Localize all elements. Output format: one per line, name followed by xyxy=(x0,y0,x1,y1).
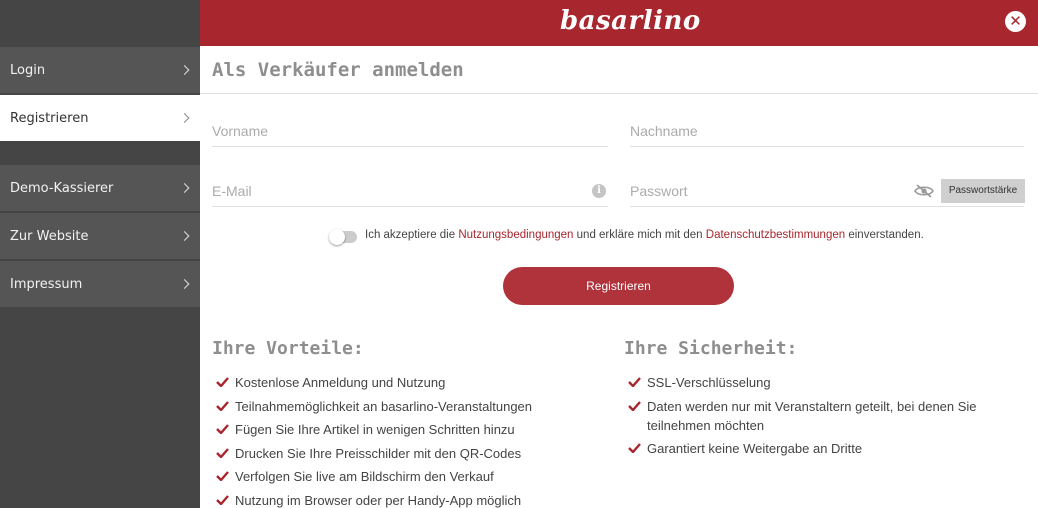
close-icon[interactable]: ✕ xyxy=(1005,11,1026,32)
chevron-right-icon xyxy=(179,183,190,193)
password-field-wrap: Passwortstärke xyxy=(630,177,1025,207)
chevron-right-icon xyxy=(179,231,190,241)
chevron-right-icon xyxy=(179,113,190,123)
check-icon xyxy=(216,494,229,505)
consent-suffix: einverstanden. xyxy=(848,229,924,241)
list-item: Verfolgen Sie live am Bildschirm den Ver… xyxy=(216,467,606,486)
list-item: Teilnahmemöglichkeit an basarlino-Verans… xyxy=(216,397,606,416)
list-item: Daten werden nur mit Veranstaltern getei… xyxy=(628,397,988,435)
datenschutz-link[interactable]: Datenschutzbestimmungen xyxy=(706,229,845,241)
check-icon xyxy=(628,377,641,387)
list-item-text: Verfolgen Sie live am Bildschirm den Ver… xyxy=(235,469,494,484)
divider xyxy=(200,93,1038,94)
security-list: SSL-Verschlüsselung Daten werden nur mit… xyxy=(628,373,988,463)
consent-middle: und erkläre mich mit den xyxy=(576,229,703,241)
check-icon xyxy=(216,400,229,411)
email-field-wrap: i xyxy=(212,177,608,207)
email-input[interactable] xyxy=(212,177,608,205)
nutzungsbedingungen-link[interactable]: Nutzungsbedingungen xyxy=(458,229,573,241)
toggle-knob xyxy=(329,229,345,245)
security-title: Ihre Sicherheit: xyxy=(624,338,798,359)
info-icon[interactable]: i xyxy=(592,184,606,198)
check-icon xyxy=(216,447,229,458)
list-item: Nutzung im Browser oder per Handy-App mö… xyxy=(216,491,606,508)
sidebar-item-label: Demo-Kassierer xyxy=(10,180,114,196)
consent-prefix: Ich akzeptiere die xyxy=(365,229,456,241)
sidebar-item-impressum[interactable]: Impressum xyxy=(0,261,200,307)
vorname-field-wrap xyxy=(212,117,608,147)
sidebar-item-demo-kassierer[interactable]: Demo-Kassierer xyxy=(0,165,200,211)
list-item: Kostenlose Anmeldung und Nutzung xyxy=(216,373,606,392)
sidebar: Login Registrieren Demo-Kassierer Zur We… xyxy=(0,0,200,508)
check-icon xyxy=(216,471,229,481)
list-item: Fügen Sie Ihre Artikel in wenigen Schrit… xyxy=(216,420,606,439)
sidebar-item-label: Zur Website xyxy=(10,228,89,244)
check-icon xyxy=(628,443,641,453)
list-item-text: SSL-Verschlüsselung xyxy=(647,375,771,390)
list-item-text: Kostenlose Anmeldung und Nutzung xyxy=(235,375,446,390)
list-item-text: Fügen Sie Ihre Artikel in wenigen Schrit… xyxy=(235,422,515,437)
sidebar-item-login[interactable]: Login xyxy=(0,47,200,93)
chevron-right-icon xyxy=(179,65,190,75)
nachname-input[interactable] xyxy=(630,117,1024,145)
list-item-text: Garantiert keine Weitergabe an Dritte xyxy=(647,441,863,456)
check-icon xyxy=(216,424,229,434)
sidebar-item-zur-website[interactable]: Zur Website xyxy=(0,213,200,259)
list-item-text: Nutzung im Browser oder per Handy-App mö… xyxy=(235,492,522,508)
list-item-text: Daten werden nur mit Veranstaltern getei… xyxy=(647,398,977,433)
page-title: Als Verkäufer anmelden xyxy=(212,59,464,81)
list-item-text: Drucken Sie Ihre Preisschilder mit den Q… xyxy=(235,445,522,461)
header-bar: basarlino ✕ xyxy=(200,0,1038,46)
advantages-list: Kostenlose Anmeldung und Nutzung Teilnah… xyxy=(216,373,606,508)
sidebar-item-registrieren[interactable]: Registrieren xyxy=(0,95,200,141)
list-item: SSL-Verschlüsselung xyxy=(628,373,988,392)
list-item: Drucken Sie Ihre Preisschilder mit den Q… xyxy=(216,444,606,463)
chevron-right-icon xyxy=(179,279,190,289)
check-icon xyxy=(628,400,641,411)
vorname-input[interactable] xyxy=(212,117,608,145)
advantages-title: Ihre Vorteile: xyxy=(212,338,364,359)
nachname-field-wrap xyxy=(630,117,1024,147)
list-item-text: Teilnahmemöglichkeit an basarlino-Verans… xyxy=(235,398,533,414)
list-item: Garantiert keine Weitergabe an Dritte xyxy=(628,439,988,458)
password-strength-button[interactable]: Passwortstärke xyxy=(941,179,1025,203)
basarlino-logo[interactable]: basarlino xyxy=(560,6,701,36)
sidebar-item-label: Registrieren xyxy=(10,110,89,126)
register-button[interactable]: Registrieren xyxy=(503,267,734,305)
check-icon xyxy=(216,377,229,387)
sidebar-item-label: Impressum xyxy=(10,276,83,292)
registration-panel: Als Verkäufer anmelden i Passwortstärke … xyxy=(200,46,1038,508)
consent-text: Ich akzeptiere die Nutzungsbedingungen u… xyxy=(365,229,924,241)
eye-slash-icon[interactable] xyxy=(914,184,934,198)
consent-toggle[interactable] xyxy=(329,229,357,245)
sidebar-item-label: Login xyxy=(10,62,46,78)
